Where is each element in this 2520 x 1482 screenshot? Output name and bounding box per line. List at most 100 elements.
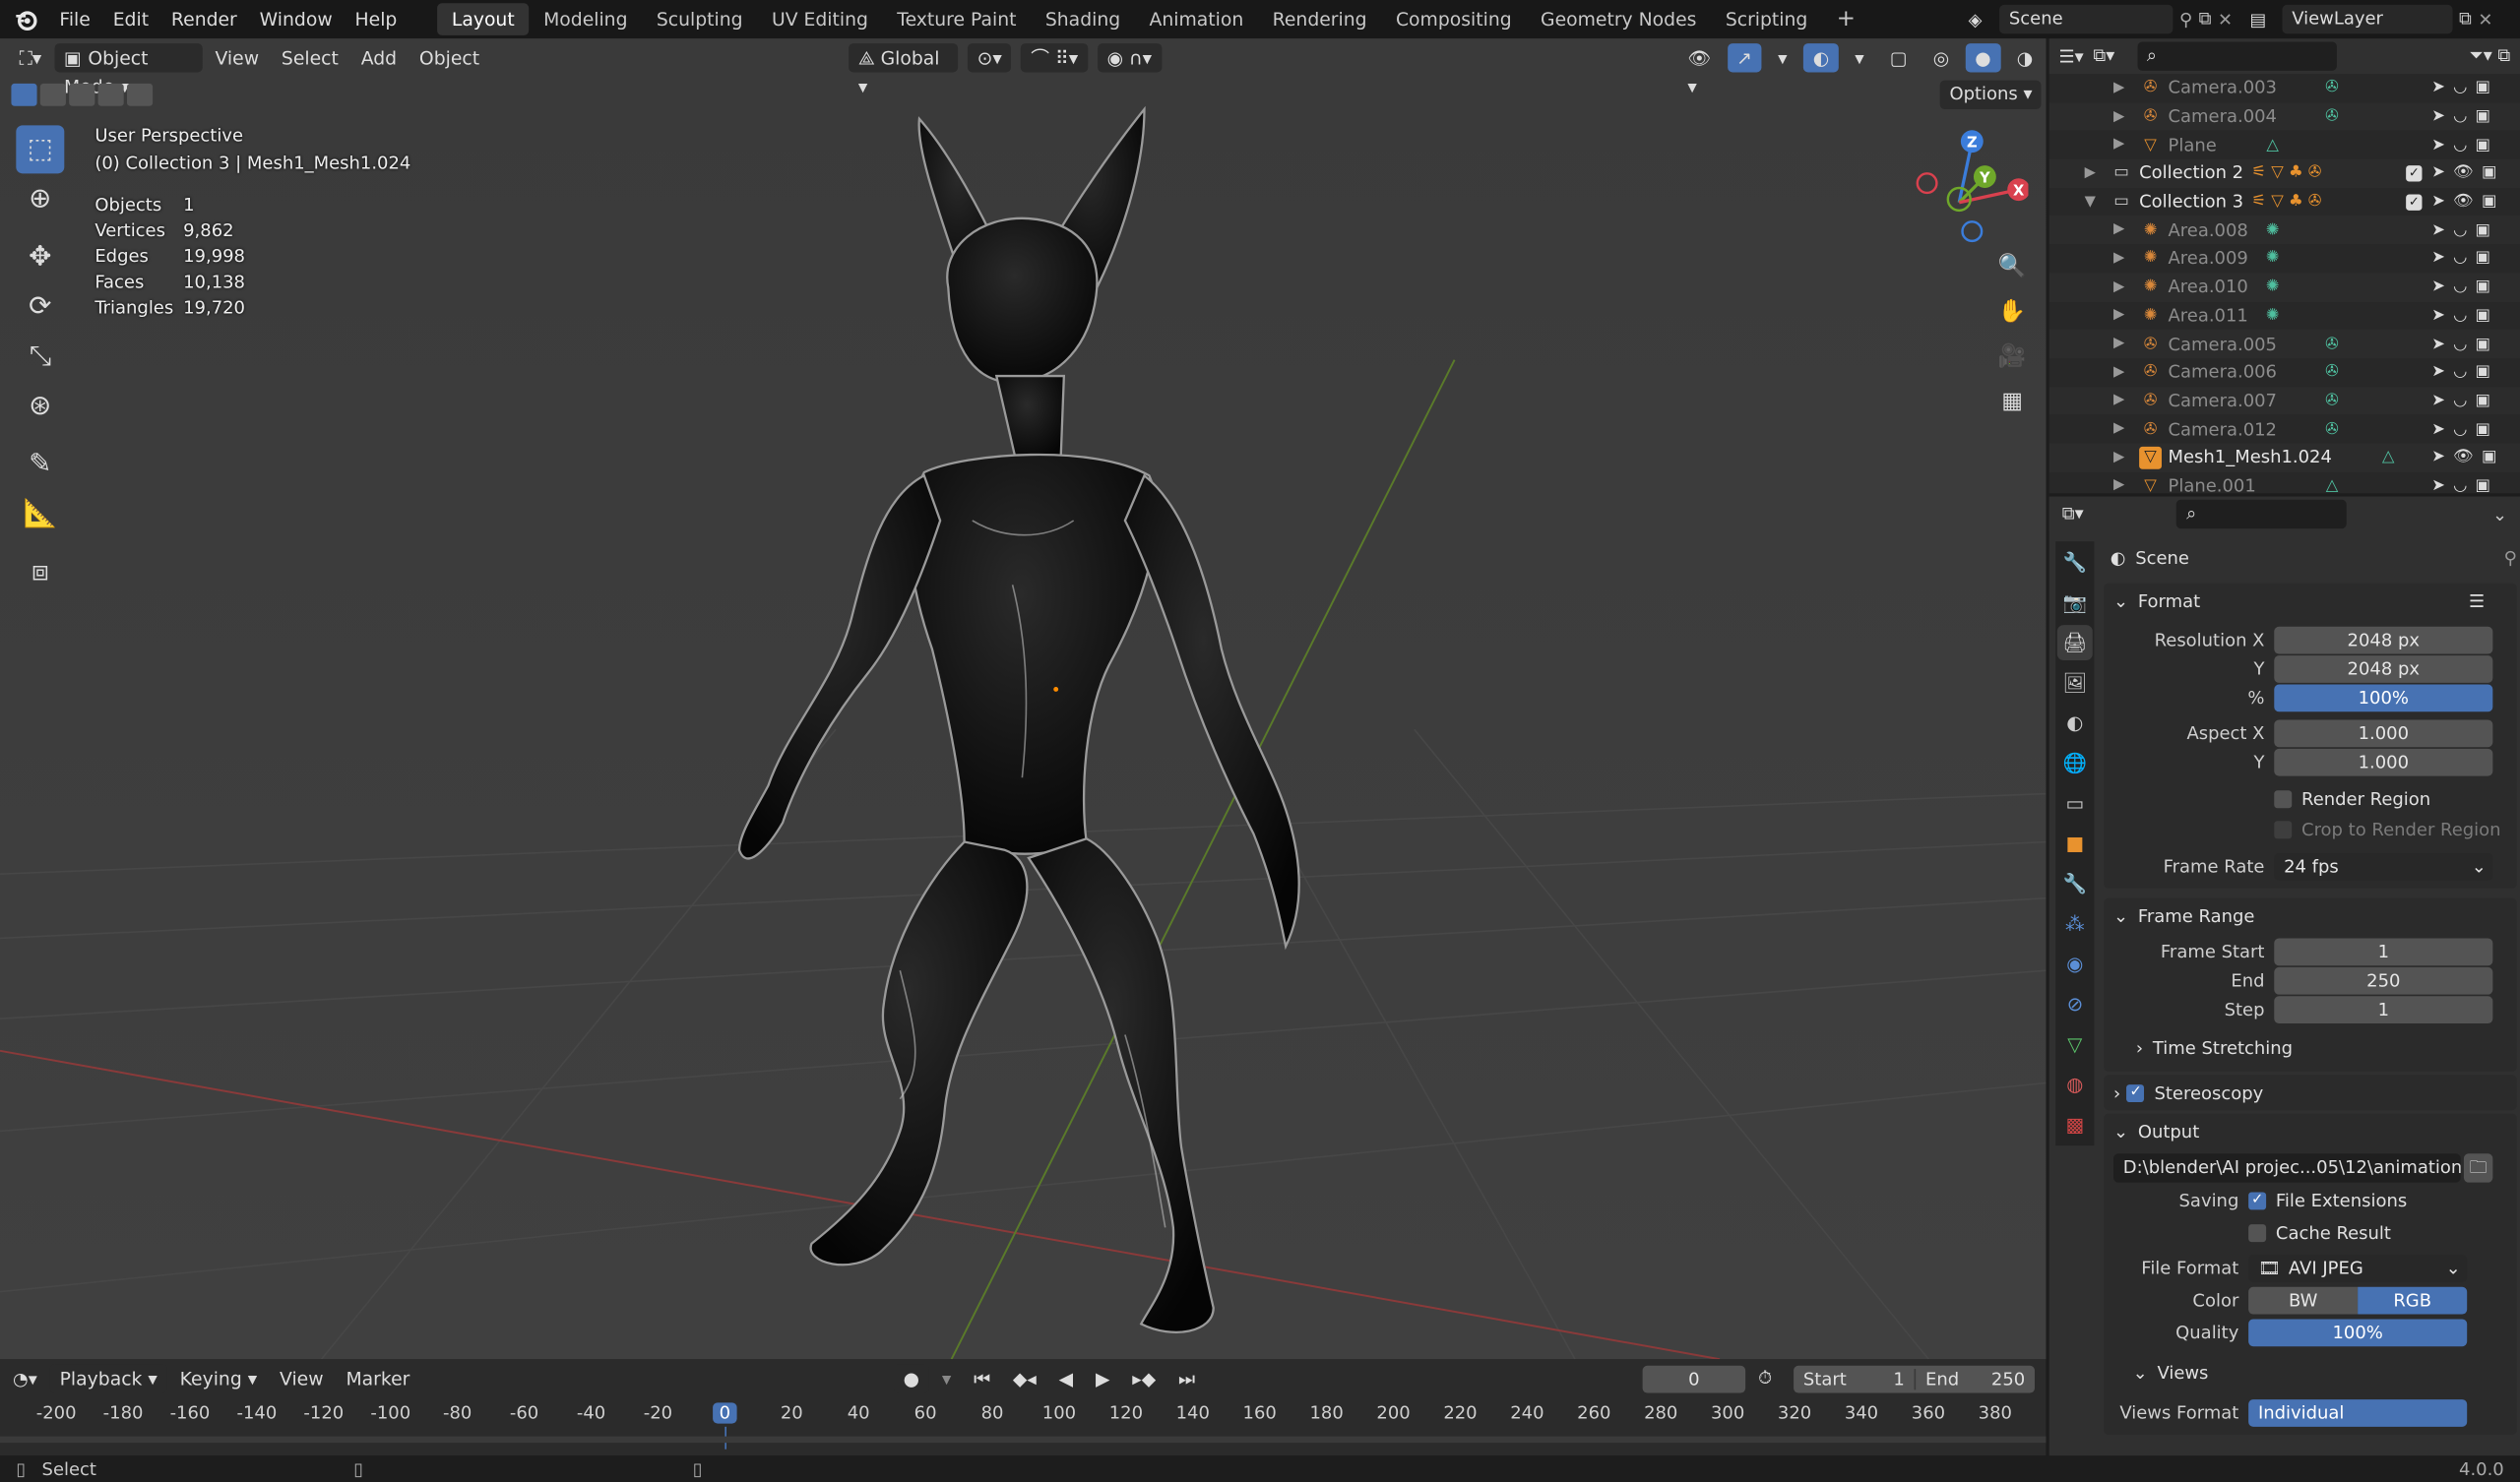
select-arrow-icon[interactable]: ➤ [2431, 477, 2453, 493]
select-arrow-icon[interactable]: ➤ [2431, 221, 2453, 239]
resolution-x-field[interactable]: 2048 px [2274, 625, 2493, 653]
eye-icon[interactable]: ◡ [2453, 477, 2475, 493]
collection-tab-icon[interactable]: ▭ [2057, 785, 2093, 821]
eye-icon[interactable]: ◡ [2453, 136, 2475, 154]
outliner-editor-type-icon[interactable]: ☰▾ [2058, 46, 2083, 67]
eye-icon[interactable]: ◡ [2453, 420, 2475, 438]
aspect-x-field[interactable]: 1.000 [2274, 718, 2493, 747]
gizmo-toggle-icon[interactable]: ↗ [1727, 43, 1762, 73]
menu-help[interactable]: Help [344, 0, 409, 38]
filter-icon[interactable]: ⏷▾ ⧉ [2469, 45, 2510, 68]
texture-tab-icon[interactable]: ▩ [2057, 1107, 2093, 1142]
outliner-row[interactable]: ▶ ✇ Camera.005 ✇ ➤◡▣ [2048, 330, 2520, 358]
expand-right-icon[interactable]: ▶ [2113, 137, 2124, 153]
camera-render-icon[interactable]: ▣ [2476, 477, 2499, 493]
perspective-grid-icon[interactable]: ▦ [1993, 383, 2032, 421]
properties-search-input[interactable]: ⌕ [2176, 499, 2348, 529]
eye-icon[interactable]: ◡ [2453, 392, 2475, 409]
select-extend-icon[interactable] [39, 83, 66, 106]
tab-uv-editing[interactable]: UV Editing [757, 3, 882, 35]
new-viewlayer-icon[interactable]: ⧉ [2459, 8, 2472, 31]
frame-range-header[interactable]: ⌄ Frame Range [2104, 898, 2517, 934]
tab-animation[interactable]: Animation [1135, 3, 1258, 35]
camera-render-icon[interactable]: ▣ [2482, 164, 2505, 182]
orientation-dropdown[interactable]: ⟁ Global ▾ [849, 43, 959, 98]
xray-icon[interactable]: ▢ [1880, 43, 1917, 72]
select-arrow-icon[interactable]: ➤ [2431, 164, 2453, 182]
light-data-icon[interactable]: ✺ [2261, 247, 2284, 270]
remove-viewlayer-icon[interactable]: ✕ [2478, 9, 2492, 30]
overlay-dropdown-icon[interactable]: ▾ [1845, 43, 1873, 72]
presets-icon[interactable]: ☰ [2469, 590, 2485, 611]
tab-modeling[interactable]: Modeling [529, 3, 642, 35]
output-tab-icon[interactable]: 🖨 [2056, 625, 2093, 661]
output-header[interactable]: ⌄ Output [2104, 1113, 2517, 1148]
camera-render-icon[interactable]: ▣ [2476, 250, 2499, 268]
camera-render-icon[interactable]: ▣ [2476, 221, 2499, 239]
gizmo-neg-x[interactable] [1916, 172, 1938, 195]
frame-rate-dropdown[interactable]: 24 fps ⌄ [2274, 852, 2493, 880]
viewlayer-icon[interactable]: ▤ [2240, 9, 2276, 30]
navigation-gizmo[interactable]: Z Y X [1913, 129, 2029, 251]
light-data-icon[interactable]: ✺ [2261, 304, 2284, 327]
expand-right-icon[interactable]: ▶ [2113, 108, 2124, 124]
pivot-icon[interactable]: ⊙▾ [967, 43, 1012, 73]
timeline-scrollbar[interactable] [0, 1436, 2047, 1444]
mesh-data-icon[interactable]: △ [2321, 474, 2344, 493]
outliner-row[interactable]: ▶ ✺ Area.010 ✺ ➤◡▣ [2048, 273, 2520, 302]
tab-texture-paint[interactable]: Texture Paint [883, 3, 1032, 35]
select-arrow-icon[interactable]: ➤ [2431, 250, 2453, 268]
select-arrow-icon[interactable]: ➤ [2431, 392, 2453, 409]
modifier-tab-icon[interactable]: 🔧 [2057, 866, 2093, 901]
camera-render-icon[interactable]: ▣ [2476, 136, 2499, 154]
eye-icon[interactable]: ◡ [2453, 335, 2475, 352]
outliner-row[interactable]: ▶ ✺ Area.011 ✺ ➤◡▣ [2049, 301, 2520, 330]
eye-icon[interactable]: 👁 [2453, 449, 2482, 466]
menu-file[interactable]: File [48, 0, 101, 38]
menu-window[interactable]: Window [248, 0, 344, 38]
camera-render-icon[interactable]: ▣ [2476, 392, 2499, 409]
expand-right-icon[interactable]: ▶ [2113, 421, 2124, 437]
properties-editor-type-icon[interactable]: ⧉▾ [2062, 503, 2084, 525]
frame-step-field[interactable]: 1 [2274, 995, 2493, 1023]
file-format-dropdown[interactable]: 🎞 AVI JPEG ⌄ [2248, 1254, 2468, 1282]
menu-object[interactable]: Object [410, 43, 489, 72]
select-arrow-icon[interactable]: ➤ [2431, 80, 2453, 97]
render-tab-icon[interactable]: 📷 [2057, 585, 2093, 620]
camera-render-icon[interactable]: ▣ [2476, 278, 2499, 296]
camera-data-icon[interactable]: ✇ [2321, 105, 2344, 128]
expand-right-icon[interactable]: ▶ [2113, 222, 2124, 238]
scene-field[interactable]: Scene [1999, 4, 2174, 34]
crop-region-row[interactable]: Crop to Render Region [2104, 815, 2517, 843]
camera-render-icon[interactable]: ▣ [2476, 420, 2499, 438]
camera-render-icon[interactable]: ▣ [2476, 80, 2499, 97]
render-region-row[interactable]: Render Region [2104, 782, 2517, 815]
editor-type-icon[interactable]: ⛶▾ [10, 43, 51, 72]
eye-icon[interactable]: ◡ [2453, 278, 2475, 296]
render-region-checkbox[interactable] [2274, 789, 2293, 808]
mesh-data-icon[interactable]: △ [2261, 134, 2284, 156]
outliner-row[interactable]: ▶ ▽ Plane.001 △ ➤◡▣ [2049, 471, 2520, 493]
camera-data-icon[interactable]: ✇ [2321, 77, 2344, 99]
pin-properties-icon[interactable]: ⚲ [2504, 547, 2517, 568]
eye-icon[interactable]: ◡ [2453, 250, 2475, 268]
color-bw-button[interactable]: BW [2248, 1285, 2359, 1314]
camera-data-icon[interactable]: ✇ [2321, 333, 2344, 355]
expand-right-icon[interactable]: ▶ [2113, 336, 2124, 351]
tool-tab-icon[interactable]: 🔧 [2057, 544, 2093, 580]
camera-render-icon[interactable]: ▣ [2482, 193, 2505, 211]
physics-tab-icon[interactable]: ◉ [2057, 947, 2093, 982]
tab-sculpting[interactable]: Sculpting [642, 3, 757, 35]
views-format-individual-button[interactable]: Individual [2248, 1398, 2468, 1427]
select-arrow-icon[interactable]: ➤ [2431, 363, 2453, 381]
options-dropdown[interactable]: Options ▾ [1939, 80, 2043, 110]
camera-render-icon[interactable]: ▣ [2476, 335, 2499, 352]
outliner-row[interactable]: ▶ ✇ Camera.006 ✇ ➤◡▣ [2049, 358, 2520, 387]
expand-right-icon[interactable]: ▶ [2113, 478, 2124, 494]
snap-icon[interactable]: ⌒ ⠿▾ [1021, 43, 1088, 73]
outliner-row[interactable]: ▶ ✺ Area.009 ✺ ➤◡▣ [2049, 244, 2520, 273]
solid-shading-icon[interactable]: ● [1965, 43, 2001, 73]
move-tool-icon[interactable]: ✥ [16, 233, 64, 281]
crop-region-checkbox[interactable] [2274, 820, 2293, 838]
annotate-tool-icon[interactable]: ✎ [16, 440, 64, 488]
